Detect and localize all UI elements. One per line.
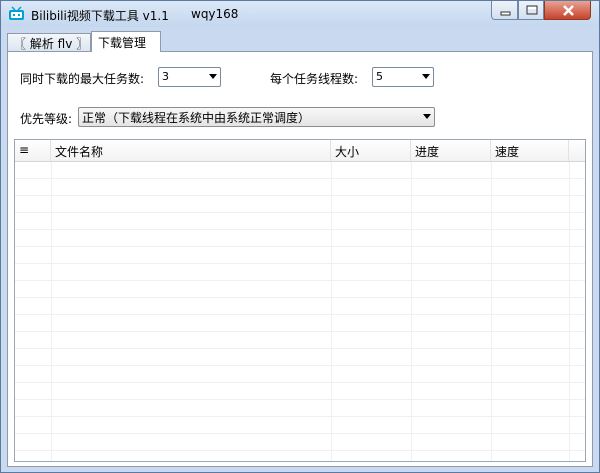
empty-row xyxy=(15,434,585,451)
chevron-down-icon xyxy=(422,74,430,79)
empty-row xyxy=(15,213,585,230)
empty-row xyxy=(15,247,585,264)
minimize-button[interactable] xyxy=(491,1,518,20)
chevron-down-icon xyxy=(209,74,217,79)
column-header-filename[interactable]: 文件名称 xyxy=(51,140,331,161)
max-tasks-value: 3 xyxy=(162,70,169,83)
download-manager-panel: 同时下载的最大任务数: 3 每个任务线程数: 5 优先等级: 正常（下载线程在系… xyxy=(7,51,593,467)
column-header-label: 进度 xyxy=(415,145,440,159)
max-tasks-label: 同时下载的最大任务数: xyxy=(20,72,145,86)
column-menu-header[interactable]: ≡ xyxy=(15,140,51,161)
empty-row xyxy=(15,315,585,332)
empty-row xyxy=(15,179,585,196)
column-header-label: ≡ xyxy=(19,143,30,157)
maximize-button[interactable] xyxy=(518,1,544,20)
column-header-label: 大小 xyxy=(335,145,360,159)
tab-label: 〖 解析 flv 〗 xyxy=(14,37,89,51)
list-header: ≡ 文件名称 大小 进度 速度 xyxy=(15,140,585,162)
column-header-label: 文件名称 xyxy=(55,145,104,159)
minimize-icon xyxy=(500,11,511,16)
title-bar[interactable]: Bilibili视频下载工具 v1.1 wqy168 xyxy=(1,1,599,27)
empty-row xyxy=(15,400,585,417)
empty-row xyxy=(15,332,585,349)
download-list[interactable]: ≡ 文件名称 大小 进度 速度 xyxy=(14,139,586,462)
empty-row xyxy=(15,366,585,383)
column-divider xyxy=(331,162,332,461)
threads-label: 每个任务线程数: xyxy=(270,72,359,86)
column-divider xyxy=(51,162,52,461)
chevron-down-icon xyxy=(423,114,431,119)
priority-select[interactable]: 正常（下载线程在系统中由系统正常调度） xyxy=(78,107,435,127)
priority-value: 正常（下载线程在系统中由系统正常调度） xyxy=(82,111,311,125)
column-divider xyxy=(491,162,492,461)
max-tasks-select[interactable]: 3 xyxy=(158,67,221,87)
empty-row xyxy=(15,349,585,366)
empty-row xyxy=(15,298,585,315)
column-header-size[interactable]: 大小 xyxy=(331,140,411,161)
column-divider xyxy=(569,162,570,461)
empty-row xyxy=(15,264,585,281)
close-icon xyxy=(563,5,574,16)
column-header-progress[interactable]: 进度 xyxy=(411,140,491,161)
tab-label: 下载管理 xyxy=(98,36,147,50)
priority-label: 优先等级: xyxy=(20,112,73,126)
threads-select[interactable]: 5 xyxy=(372,67,434,87)
tab-parse-flv[interactable]: 〖 解析 flv 〗 xyxy=(7,33,91,51)
maximize-icon xyxy=(526,5,538,15)
column-header-speed[interactable]: 速度 xyxy=(491,140,569,161)
tab-download-manager[interactable]: 下载管理 xyxy=(91,31,161,52)
empty-row xyxy=(15,383,585,400)
close-button[interactable] xyxy=(544,1,591,20)
empty-row xyxy=(15,417,585,434)
app-window: Bilibili视频下载工具 v1.1 wqy168 〖 解析 flv 〗 下载… xyxy=(0,0,600,473)
bilibili-tv-icon xyxy=(9,6,24,20)
empty-row xyxy=(15,281,585,298)
threads-value: 5 xyxy=(376,70,383,83)
column-divider xyxy=(411,162,412,461)
column-header-label: 速度 xyxy=(495,145,520,159)
tab-strip: 〖 解析 flv 〗 下载管理 xyxy=(7,31,593,52)
empty-row xyxy=(15,230,585,247)
empty-row xyxy=(15,196,585,213)
window-title-user: wqy168 xyxy=(191,7,239,21)
empty-row xyxy=(15,451,585,461)
window-title: Bilibili视频下载工具 v1.1 xyxy=(31,9,169,23)
empty-row xyxy=(15,162,585,179)
